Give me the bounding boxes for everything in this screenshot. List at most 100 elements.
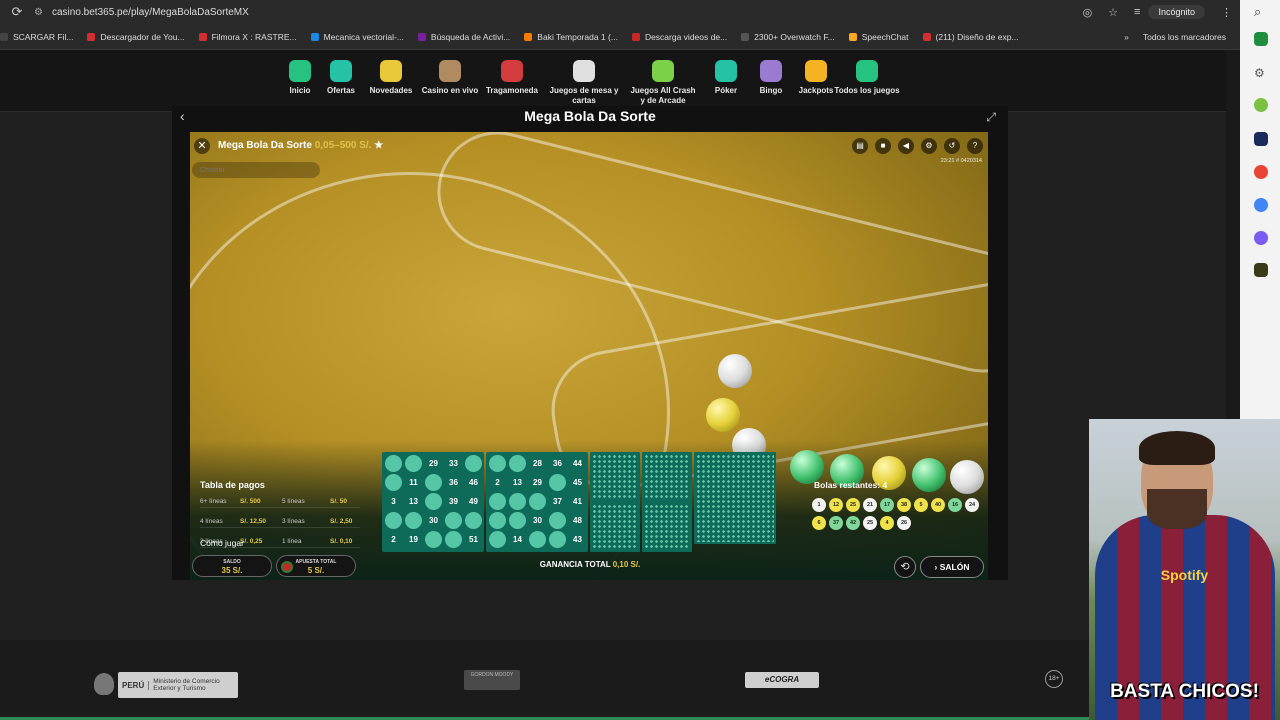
bookmark-item[interactable]: Mecanica vectorial-... bbox=[310, 32, 404, 42]
volume-icon[interactable]: ◀ bbox=[898, 138, 914, 154]
bingo-card-mini[interactable] bbox=[642, 452, 692, 552]
incognito-badge[interactable]: Incógnito bbox=[1148, 5, 1205, 19]
card-cell: 29 bbox=[533, 478, 542, 487]
bookmark-item[interactable]: Descarga videos de... bbox=[631, 31, 728, 42]
eye-off-icon[interactable]: ◎ bbox=[1083, 6, 1093, 19]
extension-chat-icon[interactable] bbox=[1254, 231, 1268, 245]
bingo-card-mini[interactable] bbox=[694, 452, 776, 544]
bookmark-item[interactable]: (211) Diseño de exp... bbox=[922, 31, 1019, 42]
marked-cell bbox=[549, 512, 566, 529]
bookmark-item[interactable]: 2300+ Overwatch F... bbox=[741, 32, 835, 42]
winnings-label: GANANCIA TOTAL bbox=[539, 560, 611, 569]
site-info-icon[interactable]: ⚙ bbox=[34, 7, 52, 18]
help-icon[interactable]: ? bbox=[967, 138, 983, 154]
extension-cloud-icon[interactable] bbox=[1254, 98, 1268, 112]
card-cell: 51 bbox=[469, 535, 478, 544]
marked-cell bbox=[529, 493, 546, 510]
bookmark-item[interactable]: SCARGAR Fil... bbox=[0, 32, 73, 42]
bingo-card-mini[interactable] bbox=[590, 452, 640, 552]
marked-cell bbox=[489, 455, 506, 472]
card-cell: 19 bbox=[409, 535, 418, 544]
lobby-button[interactable]: › SALÓN bbox=[920, 556, 984, 578]
reload-icon[interactable]: ⟳ bbox=[0, 4, 34, 20]
extension-logo-icon[interactable] bbox=[1254, 263, 1268, 277]
chrome-profile-icon[interactable] bbox=[1254, 198, 1268, 212]
bookmark-item[interactable]: Filmora X : RASTRE... bbox=[198, 32, 297, 42]
nav-item[interactable]: Juegos All Crash y de Arcade bbox=[628, 60, 698, 106]
marked-cell bbox=[549, 474, 566, 491]
paytable-row: 6+ líneas S/. 500 5 líneas S/. 50 bbox=[200, 498, 360, 508]
extension-u-icon[interactable] bbox=[1254, 132, 1268, 146]
game-name: Mega Bola Da Sorte 0,05–500 S/. ★ bbox=[218, 140, 383, 151]
mini-card-grid bbox=[696, 454, 774, 542]
bookmark-favicon-icon bbox=[631, 32, 640, 41]
all-bookmarks-link[interactable]: Todos los marcadores bbox=[1143, 32, 1226, 42]
close-game-button[interactable]: ✕ bbox=[194, 138, 210, 154]
card-cell: 36 bbox=[553, 459, 562, 468]
bingo-card[interactable]: 28 36 44 2 13 29 45 37 41 30 48 14 43 bbox=[486, 452, 588, 552]
drawn-ball: 17 bbox=[880, 498, 894, 512]
nav-item[interactable]: Tragamoneda bbox=[477, 60, 547, 96]
history-icon[interactable]: ↺ bbox=[944, 138, 960, 154]
game-frame: ‹ Mega Bola Da Sorte ⤢ ✕ Mega Bola Da So… bbox=[172, 106, 1008, 580]
settings-icon[interactable]: ⚙ bbox=[921, 138, 937, 154]
bingo-card[interactable]: 29 33 11 36 46 3 13 39 49 30 2 19 51 bbox=[382, 452, 484, 552]
marked-cell bbox=[425, 531, 442, 548]
chrome-icon[interactable] bbox=[1254, 165, 1268, 179]
ecogra-logo[interactable]: eCOGRA bbox=[745, 672, 819, 688]
bookmark-item[interactable]: Baki Temporada 1 (... bbox=[524, 32, 618, 42]
paytable-lines: 5 líneas bbox=[282, 498, 305, 505]
nav-item[interactable]: Casino en vivo bbox=[415, 60, 485, 96]
paytable-lines: 3 líneas bbox=[282, 518, 305, 525]
url-text[interactable]: casino.bet365.pe/play/MegaBolaDaSorteMX bbox=[52, 7, 1075, 18]
bookmark-favicon-icon bbox=[198, 32, 207, 41]
winnings-value: 0,10 S/. bbox=[612, 560, 641, 569]
repeat-bet-button[interactable]: ⟲ bbox=[894, 556, 916, 578]
bookmark-label: SCARGAR Fil... bbox=[13, 31, 74, 42]
card-cell: 13 bbox=[409, 497, 418, 506]
drawn-ball: 6 bbox=[812, 516, 826, 530]
fullscreen-icon[interactable]: ⤢ bbox=[986, 110, 996, 125]
video-camera-icon[interactable]: ■ bbox=[875, 138, 891, 154]
nav-item-label: Juegos All Crash y de Arcade bbox=[630, 86, 696, 105]
paytable-payout: S/. 0,25 bbox=[240, 538, 263, 545]
sheets-icon[interactable] bbox=[1254, 32, 1268, 46]
webcam-caption: BASTA CHICOS! bbox=[1110, 681, 1259, 702]
bookmark-list: SCARGAR Fil... Descargador de You... Filmo… bbox=[0, 32, 1033, 42]
bookmark-label: Búsqueda de Activi... bbox=[430, 31, 511, 42]
search-icon[interactable]: ⌕ bbox=[1254, 4, 1268, 19]
address-bar: ⟳ ⚙ casino.bet365.pe/play/MegaBolaDaSort… bbox=[0, 0, 1240, 24]
bookmark-star-icon[interactable]: ☆ bbox=[1108, 6, 1118, 19]
tab-search-icon[interactable]: ≡ bbox=[1134, 6, 1140, 18]
mini-card-grid bbox=[592, 504, 638, 550]
menu-icon[interactable]: ⋮ bbox=[1221, 6, 1232, 19]
sparkle-icon bbox=[380, 60, 402, 82]
drawn-ball: 1 bbox=[812, 498, 826, 512]
gear-icon[interactable]: ⚙ bbox=[1254, 66, 1268, 80]
mincetur-logo[interactable]: PERÚ Ministerio de Comercio Exterior y T… bbox=[118, 672, 238, 698]
more-bookmarks-icon[interactable]: » bbox=[1124, 32, 1129, 42]
how-to-play-link[interactable]: Cómo jugar bbox=[200, 538, 244, 548]
bookmark-label: Descarga videos de... bbox=[644, 31, 728, 42]
nav-item-label: Todos los juegos bbox=[834, 86, 900, 95]
gordon-moody-logo[interactable]: GORDON MOODY bbox=[464, 670, 520, 690]
total-winnings: GANANCIA TOTAL 0,10 S/. bbox=[172, 560, 1008, 569]
nav-item[interactable]: Juegos de mesa y cartas bbox=[549, 60, 619, 106]
chat-icon[interactable]: ▤ bbox=[852, 138, 868, 154]
lobby-label: SALÓN bbox=[939, 562, 970, 572]
drawn-ball: 25 bbox=[846, 498, 860, 512]
bookmark-item[interactable]: Descargador de You... bbox=[87, 32, 185, 42]
paytable-lines: 4 líneas bbox=[200, 518, 223, 525]
bookmark-item[interactable]: Búsqueda de Activi... bbox=[417, 31, 511, 42]
chat-input[interactable] bbox=[192, 162, 320, 178]
favorite-star-icon[interactable]: ★ bbox=[374, 140, 383, 151]
bookmarks-bar: SCARGAR Fil... Descargador de You... Filmo… bbox=[0, 24, 1240, 50]
bookmark-item[interactable]: SpeechChat bbox=[848, 31, 909, 42]
nav-item-label: Novedades bbox=[369, 86, 413, 95]
drawn-ball: 12 bbox=[829, 498, 843, 512]
paytable-payout: S/. 50 bbox=[330, 498, 347, 505]
bookmark-label: (211) Diseño de exp... bbox=[935, 31, 1019, 42]
nav-item[interactable]: Todos los juegos bbox=[832, 60, 902, 96]
bookmark-label: SpeechChat bbox=[861, 31, 909, 42]
drawn-ball: 4 bbox=[880, 516, 894, 530]
